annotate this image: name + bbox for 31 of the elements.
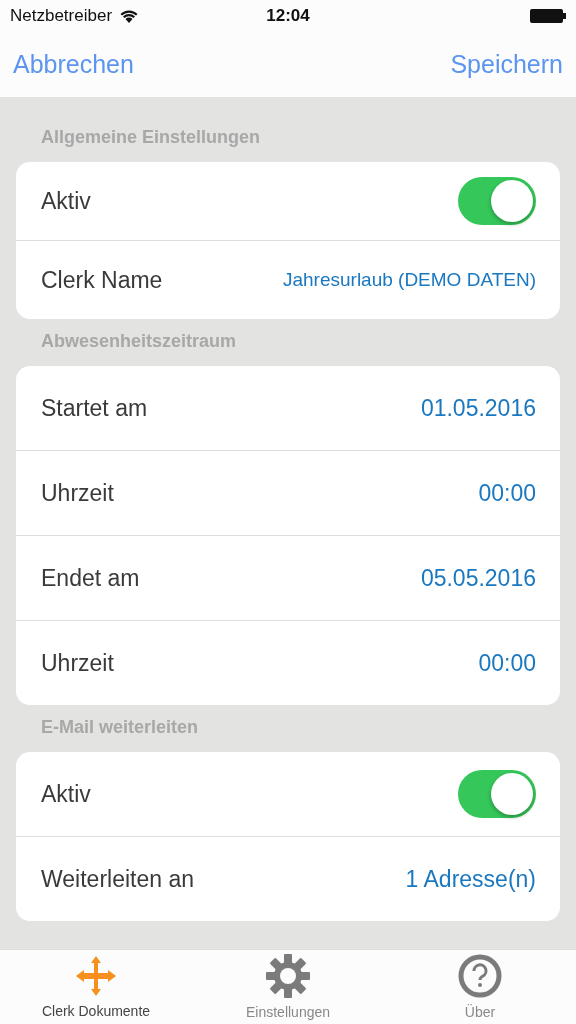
settings-icon bbox=[266, 954, 310, 998]
section-header: Abwesenheitszeitraum bbox=[40, 330, 238, 353]
row-value[interactable]: Jahresurlaub (DEMO DATEN) bbox=[282, 269, 536, 291]
tab-item[interactable]: Clerk Dokumente bbox=[0, 950, 192, 1024]
row-label: Uhrzeit bbox=[41, 649, 114, 677]
row-label: Weiterleiten an bbox=[41, 865, 194, 893]
help-icon bbox=[458, 954, 502, 998]
row-label: Clerk Name bbox=[41, 266, 163, 294]
row-label: Endet am bbox=[41, 564, 140, 592]
row-value[interactable]: 05.05.2016 bbox=[420, 564, 536, 592]
tab-item[interactable]: Einstellungen bbox=[192, 950, 384, 1024]
save-button[interactable]: Speichern bbox=[450, 50, 563, 79]
status-time: 12:04 bbox=[266, 6, 310, 26]
row-label: Aktiv bbox=[41, 187, 91, 215]
section-header: E-Mail weiterleiten bbox=[40, 716, 200, 739]
cancel-button[interactable]: Abbrechen bbox=[13, 50, 134, 79]
toggle-switch[interactable] bbox=[458, 770, 536, 818]
row-value[interactable]: 00:00 bbox=[478, 479, 536, 507]
battery-icon bbox=[530, 9, 566, 23]
row-label: Uhrzeit bbox=[41, 479, 114, 507]
section-header: Allgemeine Einstellungen bbox=[40, 126, 262, 149]
tab-item[interactable]: Über bbox=[384, 950, 576, 1024]
row-value[interactable]: 01.05.2016 bbox=[420, 394, 536, 422]
row-label: Aktiv bbox=[41, 780, 91, 808]
move-arrows-icon bbox=[74, 955, 118, 997]
row-value[interactable]: 00:00 bbox=[478, 649, 536, 677]
carrier-name: Netzbetreiber bbox=[10, 6, 113, 26]
row-label: Startet am bbox=[41, 394, 148, 422]
row-value[interactable]: 1 Adresse(n) bbox=[405, 865, 536, 893]
toggle-switch[interactable] bbox=[458, 177, 536, 225]
wifi-icon bbox=[120, 9, 139, 23]
